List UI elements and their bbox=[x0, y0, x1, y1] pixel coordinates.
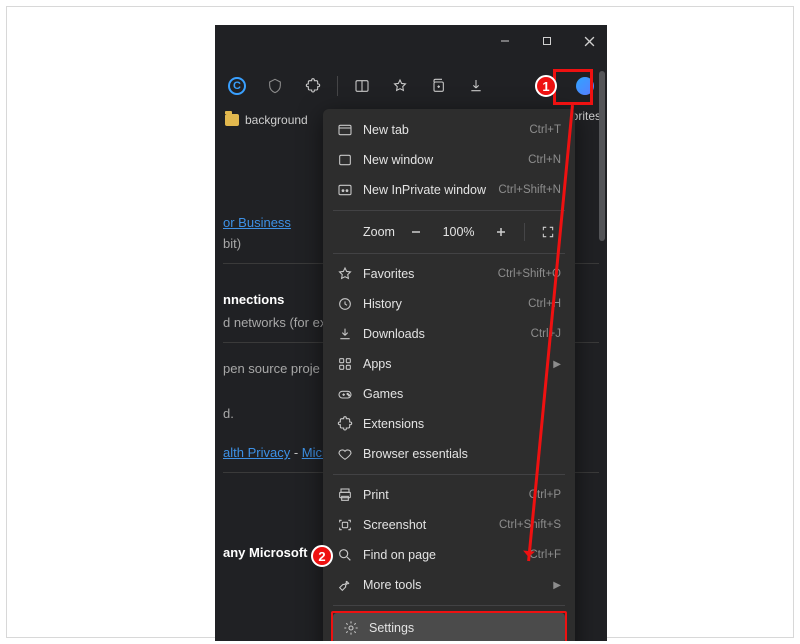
menu-new-tab[interactable]: New tab Ctrl+T bbox=[327, 115, 571, 145]
annotation-badge-2: 2 bbox=[311, 545, 333, 567]
menu-label: Apps bbox=[363, 357, 543, 371]
menu-label: Downloads bbox=[363, 327, 521, 341]
annotation-box-1 bbox=[553, 69, 593, 105]
menu-label: Browser essentials bbox=[363, 447, 561, 461]
menu-inprivate[interactable]: New InPrivate window Ctrl+Shift+N bbox=[327, 175, 571, 205]
fullscreen-icon bbox=[541, 225, 555, 239]
menu-label: Settings bbox=[369, 621, 555, 635]
page-text: - bbox=[290, 445, 302, 460]
menu-more-tools[interactable]: More tools ▶ bbox=[327, 570, 571, 600]
apps-icon bbox=[337, 356, 353, 372]
page-link[interactable]: alth Privacy bbox=[223, 445, 290, 460]
toolbar-divider bbox=[337, 76, 338, 96]
menu-separator bbox=[333, 253, 565, 254]
window-controls bbox=[495, 31, 599, 51]
menu-apps[interactable]: Apps ▶ bbox=[327, 349, 571, 379]
maximize-button[interactable] bbox=[537, 31, 557, 51]
image-frame: C bbox=[6, 6, 794, 638]
menu-downloads[interactable]: Downloads Ctrl+J bbox=[327, 319, 571, 349]
folder-icon bbox=[225, 114, 239, 126]
collections-button[interactable] bbox=[424, 72, 452, 100]
menu-label: New InPrivate window bbox=[363, 183, 488, 197]
app-menu: New tab Ctrl+T New window Ctrl+N New InP… bbox=[323, 109, 575, 641]
print-icon bbox=[337, 487, 353, 503]
menu-label: More tools bbox=[363, 578, 543, 592]
scrollbar[interactable] bbox=[599, 71, 605, 241]
star-icon bbox=[337, 266, 353, 282]
divider bbox=[524, 223, 525, 241]
zoom-in-button[interactable] bbox=[488, 219, 514, 245]
collections-icon bbox=[430, 78, 446, 94]
shield-icon bbox=[267, 78, 283, 94]
menu-separator bbox=[333, 210, 565, 211]
tools-icon bbox=[337, 577, 353, 593]
menu-settings[interactable]: Settings bbox=[333, 613, 565, 641]
menu-separator bbox=[333, 605, 565, 606]
heart-pulse-icon bbox=[337, 446, 353, 462]
menu-shortcut: Ctrl+H bbox=[528, 298, 561, 310]
menu-shortcut: Ctrl+Shift+O bbox=[498, 268, 561, 280]
split-screen-button[interactable] bbox=[348, 72, 376, 100]
profile-c-icon: C bbox=[228, 77, 246, 95]
search-icon bbox=[337, 547, 353, 563]
minimize-button[interactable] bbox=[495, 31, 515, 51]
downloads-button[interactable] bbox=[462, 72, 490, 100]
inprivate-icon bbox=[337, 182, 353, 198]
menu-new-window[interactable]: New window Ctrl+N bbox=[327, 145, 571, 175]
chevron-right-icon: ▶ bbox=[553, 359, 561, 370]
profile-button[interactable]: C bbox=[223, 72, 251, 100]
menu-label: Print bbox=[363, 488, 519, 502]
menu-separator bbox=[333, 474, 565, 475]
page-link[interactable]: or Business bbox=[223, 215, 291, 230]
zoom-out-button[interactable] bbox=[403, 219, 429, 245]
favorites-bar-overflow[interactable]: orites bbox=[572, 109, 601, 123]
history-icon bbox=[337, 296, 353, 312]
menu-label: Find on page bbox=[363, 548, 519, 562]
favorites-button[interactable] bbox=[386, 72, 414, 100]
extensions-icon bbox=[337, 416, 353, 432]
menu-shortcut: Ctrl+Shift+N bbox=[498, 184, 561, 196]
new-tab-icon bbox=[337, 122, 353, 138]
chevron-right-icon: ▶ bbox=[553, 580, 561, 591]
split-screen-icon bbox=[354, 78, 370, 94]
extensions-button[interactable] bbox=[299, 72, 327, 100]
menu-label: Games bbox=[363, 387, 561, 401]
star-plus-icon bbox=[392, 78, 408, 94]
menu-shortcut: Ctrl+N bbox=[528, 154, 561, 166]
games-icon bbox=[337, 386, 353, 402]
close-button[interactable] bbox=[579, 31, 599, 51]
annotation-settings-box: Settings bbox=[331, 611, 567, 641]
menu-browser-essentials[interactable]: Browser essentials bbox=[327, 439, 571, 469]
menu-extensions[interactable]: Extensions bbox=[327, 409, 571, 439]
menu-shortcut: Ctrl+T bbox=[529, 124, 561, 136]
menu-label: Extensions bbox=[363, 417, 561, 431]
fav-folder-label[interactable]: background bbox=[245, 113, 308, 127]
screenshot-icon bbox=[337, 517, 353, 533]
annotation-badge-1: 1 bbox=[535, 75, 557, 97]
puzzle-icon bbox=[305, 78, 321, 94]
rewards-button[interactable] bbox=[261, 72, 289, 100]
menu-favorites[interactable]: Favorites Ctrl+Shift+O bbox=[327, 259, 571, 289]
gear-icon bbox=[343, 620, 359, 636]
menu-shortcut: Ctrl+J bbox=[531, 328, 561, 340]
browser-window: C bbox=[215, 25, 607, 641]
menu-zoom: Zoom 100% bbox=[327, 216, 571, 248]
zoom-value: 100% bbox=[437, 225, 481, 239]
menu-history[interactable]: History Ctrl+H bbox=[327, 289, 571, 319]
menu-label: History bbox=[363, 297, 518, 311]
menu-label: Favorites bbox=[363, 267, 488, 281]
download-icon bbox=[337, 326, 353, 342]
zoom-label: Zoom bbox=[337, 225, 395, 239]
window-icon bbox=[337, 152, 353, 168]
menu-label: Screenshot bbox=[363, 518, 489, 532]
menu-label: New tab bbox=[363, 123, 519, 137]
menu-label: New window bbox=[363, 153, 518, 167]
menu-games[interactable]: Games bbox=[327, 379, 571, 409]
download-icon bbox=[468, 78, 484, 94]
